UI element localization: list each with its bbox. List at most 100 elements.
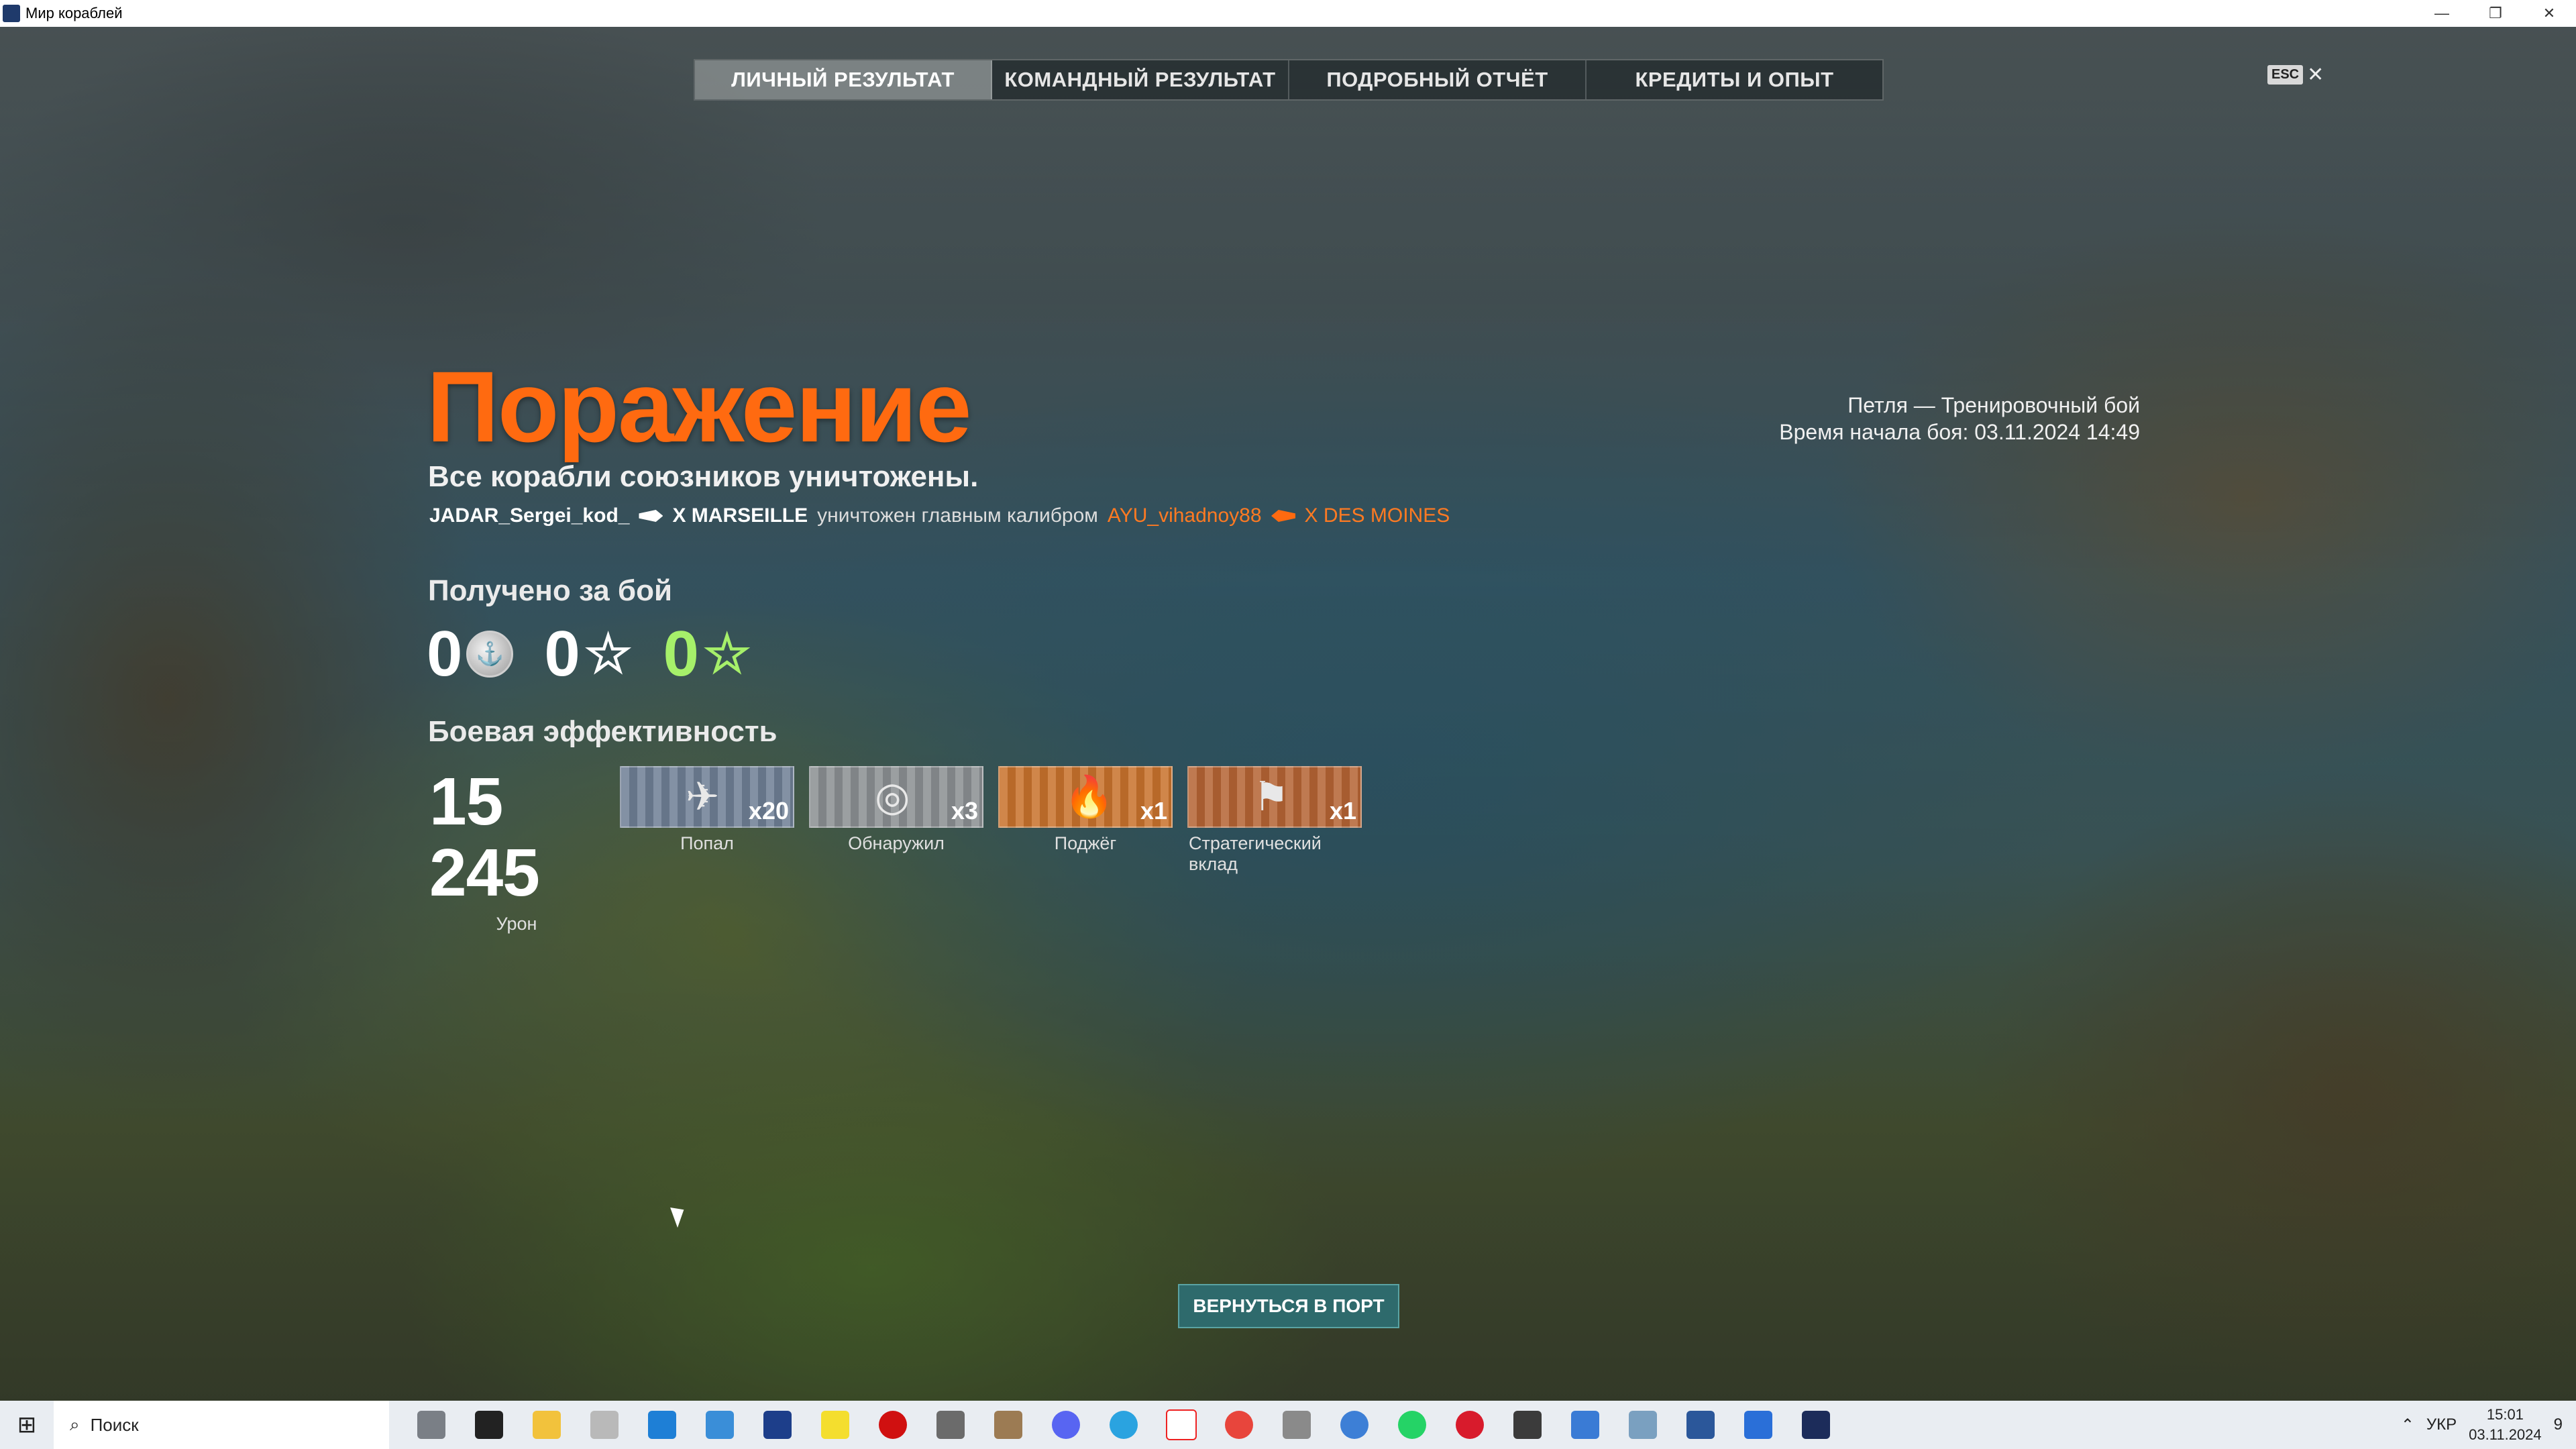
clock-date: 03.11.2024	[2469, 1426, 2542, 1443]
ribbon-hit-badge: ✈ x20	[620, 766, 794, 828]
death-cause: уничтожен главным калибром	[817, 504, 1098, 527]
file-explorer-icon[interactable]	[518, 1401, 576, 1449]
start-button[interactable]: ⊞	[0, 1401, 54, 1449]
yandex-icon[interactable]	[1152, 1401, 1210, 1449]
free-xp-earned: 0 ☆	[663, 617, 751, 691]
store-icon[interactable]	[633, 1401, 691, 1449]
earned-rewards: 0 ⚓ 0 ☆ 0 ☆	[427, 617, 751, 691]
player-ship: X MARSEILLE	[672, 504, 808, 527]
system-tray: ⌃ УКР 15:01 03.11.2024 9	[2401, 1401, 2576, 1449]
telegram-icon[interactable]	[1095, 1401, 1152, 1449]
battle-start-time: Время начала боя: 03.11.2024 14:49	[1779, 420, 2140, 444]
tab-credits-xp[interactable]: КРЕДИТЫ И ОПЫТ	[1587, 60, 1882, 99]
qbittorrent-icon[interactable]	[1326, 1401, 1383, 1449]
clock[interactable]: 15:01 03.11.2024	[2469, 1405, 2541, 1445]
search-placeholder: Поиск	[90, 1414, 139, 1435]
task-view-icon[interactable]	[402, 1401, 460, 1449]
ribbon-count: x3	[951, 797, 978, 824]
notes-app-icon[interactable]	[1614, 1401, 1672, 1449]
shield-app-icon[interactable]	[1499, 1401, 1556, 1449]
hit-icon: ✈	[686, 774, 720, 819]
app-icon	[3, 5, 20, 22]
enemy-ship-class-icon	[1271, 510, 1295, 522]
ribbon-fire[interactable]: 🔥 x1 Поджёг	[998, 766, 1173, 854]
xp-star-icon: ☆	[584, 624, 633, 684]
ribbon-label: Попал	[680, 833, 734, 853]
ribbon-spotted-badge: ◎ x3	[809, 766, 983, 828]
game-icon[interactable]	[922, 1401, 979, 1449]
free-xp-star-icon: ☆	[702, 624, 751, 684]
esc-close[interactable]: ESC ✕	[2267, 63, 2324, 87]
game-client-icon[interactable]	[1787, 1401, 1845, 1449]
xp-value: 0	[544, 618, 580, 690]
return-to-port-button[interactable]: ВЕРНУТЬСЯ В ПОРТ	[1178, 1284, 1399, 1328]
defender-icon[interactable]	[460, 1401, 518, 1449]
credits-icon: ⚓	[466, 631, 514, 678]
earned-title: Получено за бой	[428, 574, 673, 607]
apps-grid-icon[interactable]	[691, 1401, 749, 1449]
flag-icon: ⚑	[1253, 774, 1289, 819]
discord-icon[interactable]	[1037, 1401, 1095, 1449]
ribbon-strategic[interactable]: ⚑ x1 Стратегический вклад	[1187, 766, 1362, 875]
restore-button[interactable]: ❐	[2469, 0, 2522, 27]
tab-team-result[interactable]: КОМАНДНЫЙ РЕЗУЛЬТАТ	[992, 60, 1289, 99]
free-xp-value: 0	[663, 618, 699, 690]
minimize-button[interactable]: —	[2415, 0, 2469, 27]
ship-app-icon[interactable]	[1268, 1401, 1326, 1449]
calendar-icon[interactable]	[749, 1401, 806, 1449]
fire-icon: 🔥	[1064, 774, 1114, 819]
window-controls: — ❐ ✕	[2415, 0, 2576, 27]
photos-icon[interactable]	[576, 1401, 633, 1449]
clock-time: 15:01	[2486, 1406, 2524, 1423]
close-icon[interactable]: ✕	[2307, 63, 2324, 87]
record-icon[interactable]	[864, 1401, 922, 1449]
ribbon-label: Обнаружил	[848, 833, 945, 853]
window-titlebar: Мир кораблей — ❐ ✕	[0, 0, 2576, 27]
mail-icon[interactable]	[1441, 1401, 1499, 1449]
ribbon-spotted[interactable]: ◎ x3 Обнаружил	[809, 766, 983, 854]
player-name: JADAR_Sergei_kod_	[429, 504, 630, 527]
media-app-icon[interactable]	[1729, 1401, 1787, 1449]
credits-earned: 0 ⚓	[427, 617, 514, 691]
taskbar: ⊞ ⌕ Поиск ⌃ УКР 15:01 03.11.2024 9	[0, 1401, 2576, 1449]
map-mode: Петля — Тренировочный бой	[1847, 393, 2140, 417]
credits-value: 0	[427, 618, 463, 690]
ribbon-fire-badge: 🔥 x1	[998, 766, 1173, 828]
ribbon-count: x1	[1329, 797, 1356, 824]
notifications-badge[interactable]: 9	[2554, 1415, 2563, 1434]
result-subtitle: Все корабли союзников уничтожены.	[428, 460, 979, 493]
background-landscape	[0, 27, 2576, 1401]
ribbon-count: x20	[748, 797, 789, 824]
game2-icon[interactable]	[979, 1401, 1037, 1449]
ribbon-label: Поджёг	[1054, 833, 1117, 853]
tab-detailed-report[interactable]: ПОДРОБНЫЙ ОТЧЁТ	[1289, 60, 1587, 99]
result-title: Поражение	[427, 350, 972, 463]
death-info: JADAR_Sergei_kod_ X MARSEILLE уничтожен …	[429, 504, 1450, 527]
taskbar-search[interactable]: ⌕ Поиск	[54, 1401, 389, 1449]
spotted-icon: ◎	[875, 774, 910, 819]
ribbon-hit[interactable]: ✈ x20 Попал	[620, 766, 794, 854]
result-tabs: ЛИЧНЫЙ РЕЗУЛЬТАТ КОМАНДНЫЙ РЕЗУЛЬТАТ ПОД…	[694, 59, 1884, 101]
enemy-player-name: AYU_vihadnoy88	[1107, 504, 1262, 527]
link-app-icon[interactable]	[1556, 1401, 1614, 1449]
damage-value: 15 245	[429, 764, 540, 910]
efficiency-title: Боевая эффективность	[428, 715, 777, 748]
search-icon: ⌕	[70, 1414, 80, 1434]
close-button[interactable]: ✕	[2522, 0, 2576, 27]
tray-chevron-icon[interactable]: ⌃	[2401, 1415, 2414, 1435]
ribbon-label: Стратегический вклад	[1189, 833, 1322, 874]
word-icon[interactable]	[1672, 1401, 1729, 1449]
ship-class-icon	[639, 510, 663, 522]
window-title: Мир кораблей	[25, 5, 123, 21]
enemy-ship: X DES MOINES	[1304, 504, 1450, 527]
ribbon-strategic-badge: ⚑ x1	[1187, 766, 1362, 828]
sticky-notes-icon[interactable]	[806, 1401, 864, 1449]
taskbar-apps	[402, 1401, 1845, 1449]
efficiency-row: 15 245 Урон ✈ x20 Попал ◎ x3 Обнаружил 🔥…	[429, 764, 1362, 934]
whatsapp-icon[interactable]	[1383, 1401, 1441, 1449]
esc-key-badge: ESC	[2267, 65, 2304, 85]
language-indicator[interactable]: УКР	[2426, 1415, 2457, 1434]
chrome-icon[interactable]	[1210, 1401, 1268, 1449]
damage-label: Урон	[496, 914, 537, 934]
tab-personal-result[interactable]: ЛИЧНЫЙ РЕЗУЛЬТАТ	[695, 60, 992, 99]
